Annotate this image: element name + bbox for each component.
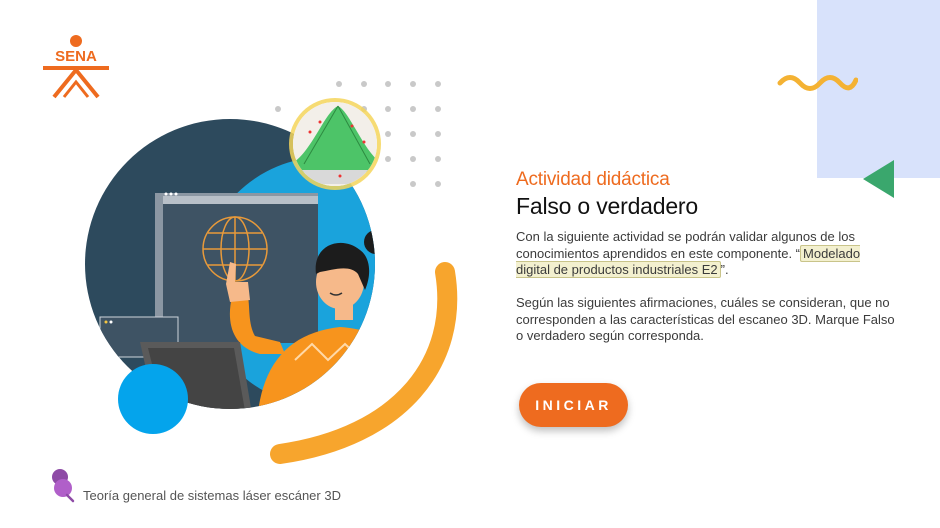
hero-illustration bbox=[85, 98, 458, 464]
sena-logo: SENA bbox=[43, 35, 109, 99]
intro-paragraph: Con la siguiente actividad se podrán val… bbox=[516, 229, 896, 279]
activity-title: Falso o verdadero bbox=[516, 193, 698, 219]
squiggle-icon bbox=[777, 75, 858, 91]
start-button[interactable]: INICIAR bbox=[519, 383, 628, 427]
activity-label: Actividad didáctica bbox=[516, 169, 670, 190]
instructions-paragraph: Según las siguientes afirmaciones, cuále… bbox=[516, 295, 895, 343]
intro-end: ”. bbox=[720, 262, 729, 277]
triangle-left-icon bbox=[863, 160, 894, 198]
course-title: Teoría general de sistemas láser escáner… bbox=[83, 488, 341, 503]
pushpin-icon bbox=[52, 469, 75, 503]
sena-logo-text: SENA bbox=[55, 48, 97, 65]
